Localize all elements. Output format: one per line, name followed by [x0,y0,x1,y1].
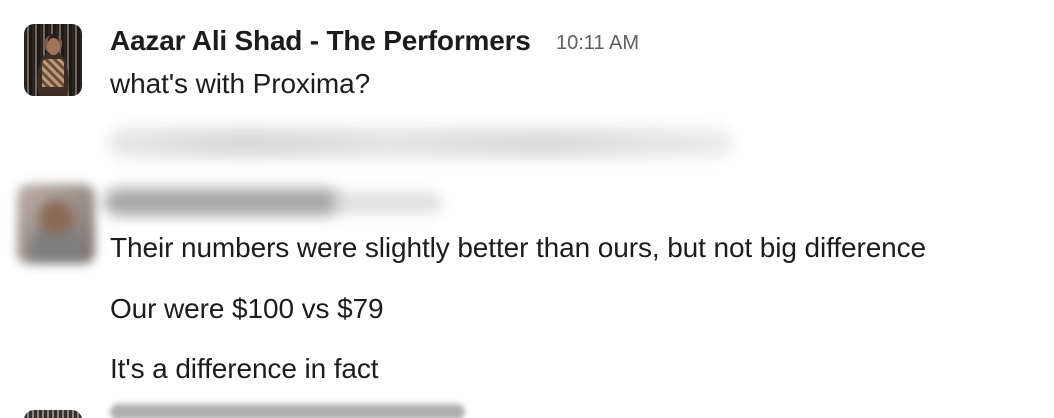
message-thread: Aazar Ali Shad - The Performers 10:11 AM… [0,0,1054,418]
sender-name[interactable]: Aazar Ali Shad - The Performers [110,22,531,60]
blurred-avatar[interactable] [17,184,95,264]
message-text: Their numbers were slightly better than … [110,232,927,263]
message-text: what's with Proxima? [110,68,371,99]
sender-avatar[interactable] [24,24,82,96]
message-text: It's a difference in fact [110,353,379,384]
blurred-message-time [330,192,442,214]
next-message-avatar[interactable] [24,410,82,418]
blurred-sender-name [104,188,340,216]
next-message-sender-fragment [110,404,465,418]
message-text: Our were $100 vs $79 [110,293,384,324]
blurred-message [108,128,733,158]
message-time[interactable]: 10:11 AM [556,28,639,58]
